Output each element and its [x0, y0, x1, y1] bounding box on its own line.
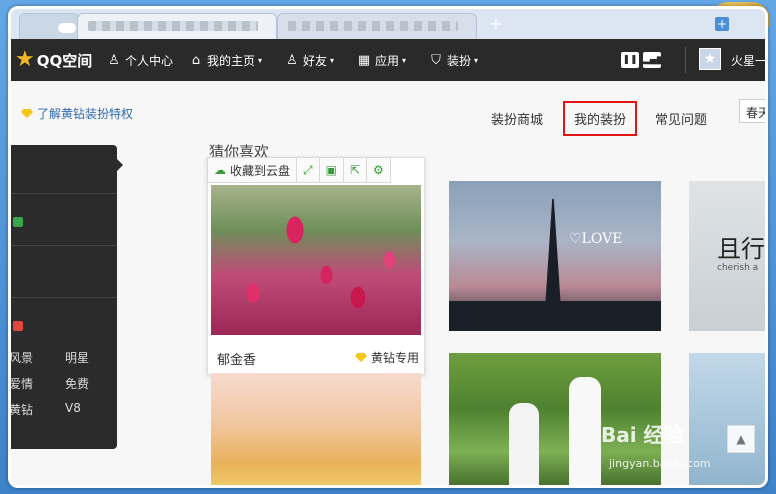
user-avatar[interactable]: ★ — [699, 48, 721, 70]
category-v8[interactable]: V8 — [65, 401, 81, 415]
pause-icon[interactable]: ❚❚ — [621, 52, 639, 68]
yellow-diamond-icon — [21, 109, 33, 118]
cloud-icon: ☁ — [214, 163, 226, 177]
tab-faq[interactable]: 常见问题 — [655, 109, 707, 128]
browser-tab[interactable] — [19, 13, 79, 39]
theme-thumbnail-girl[interactable] — [211, 373, 421, 485]
nav-divider — [685, 47, 686, 73]
save-button[interactable]: ▣ — [320, 158, 344, 182]
vip-only-badge: 黄钻专用 — [355, 349, 419, 366]
browser-tabstrip: + + — [11, 9, 765, 39]
signal-bars-icon[interactable]: ▂▄▆ — [643, 52, 664, 68]
season-select[interactable]: 春天 — [739, 99, 765, 123]
card-toolbar: ☁ 收藏到云盘 ⤢ ▣ ⇱ ⚙ — [207, 157, 391, 183]
shirt-icon: ⛉ — [431, 53, 441, 68]
vip-only-label: 黄钻专用 — [371, 351, 420, 365]
star-logo-icon: ★ — [15, 47, 35, 72]
theme-thumbnail-quote[interactable]: 且行， cherish a — [689, 181, 765, 331]
save-to-cloud-label: 收藏到云盘 — [230, 163, 291, 178]
category-love[interactable]: 爱情 — [11, 375, 33, 392]
tab-my-decoration[interactable]: 我的装扮 — [563, 101, 638, 136]
green-tag-icon — [13, 217, 23, 227]
chevron-down-icon: ▾ — [258, 56, 263, 65]
chevron-down-icon: ▾ — [330, 56, 335, 65]
qzone-logo[interactable]: ★ QQ空间 — [15, 49, 92, 71]
baidu-watermark-url: jingyan.baidu.com — [609, 457, 711, 470]
category-free[interactable]: 免费 — [65, 375, 89, 392]
gear-icon: ⚙ — [373, 163, 384, 177]
nav-apps[interactable]: ▦ 应用 ▾ — [357, 52, 406, 69]
tab-store[interactable]: 装扮商城 — [491, 109, 543, 128]
save-to-cloud-button[interactable]: ☁ 收藏到云盘 — [208, 158, 298, 182]
browser-window: + + ★ QQ空间 ♙ 个人中心 ⌂ 我的主页 ▾ ♙ 好友 ▾ ▦ 应用 ▾… — [8, 6, 768, 488]
nav-personal-center[interactable]: ♙ 个人中心 — [107, 52, 173, 69]
new-tab-button[interactable]: + — [487, 15, 505, 33]
vip-link-label: 了解黄钻装扮特权 — [37, 107, 134, 121]
nav-label: 好友 — [303, 54, 328, 68]
browser-tab-active[interactable] — [77, 13, 277, 39]
nav-my-homepage[interactable]: ⌂ 我的主页 ▾ — [189, 52, 262, 69]
category-star[interactable]: 明星 — [65, 349, 89, 366]
tab-title-blurred — [288, 21, 458, 31]
friends-icon: ♙ — [286, 53, 298, 68]
person-shape — [509, 403, 539, 485]
ground-shape — [449, 301, 661, 331]
nav-decorate[interactable]: ⛉ 装扮 ▾ — [429, 52, 478, 69]
apps-icon: ▦ — [357, 53, 371, 68]
yellow-diamond-icon — [355, 353, 367, 362]
chevron-down-icon: ▾ — [474, 56, 479, 65]
tab-title-blurred — [88, 21, 258, 31]
fullscreen-button[interactable]: ⤢ — [297, 158, 320, 182]
person-shape — [569, 377, 601, 485]
vip-privilege-link[interactable]: 了解黄钻装扮特权 — [21, 105, 133, 122]
quote-text-large: 且行， — [717, 235, 765, 263]
nav-friends[interactable]: ♙ 好友 ▾ — [285, 52, 334, 69]
category-panel: 风景 明星 爱情 免费 黄钻 V8 — [11, 145, 123, 449]
cloud-icon — [58, 23, 76, 33]
expand-icon: ⤢ — [303, 162, 313, 177]
nav-label: 个人中心 — [125, 54, 174, 68]
floppy-disk-icon: ▣ — [325, 163, 337, 177]
eiffel-tower-shape — [545, 199, 561, 309]
qzone-top-nav: ★ QQ空间 ♙ 个人中心 ⌂ 我的主页 ▾ ♙ 好友 ▾ ▦ 应用 ▾ ⛉ 装… — [11, 39, 765, 81]
panel-divider — [11, 297, 117, 298]
panel-divider — [11, 245, 117, 246]
panel-divider — [11, 193, 117, 194]
chevron-down-icon: ▾ — [402, 56, 407, 65]
browser-tab[interactable] — [277, 13, 477, 39]
theme-card-title: 郁金香 — [217, 353, 257, 368]
qzone-logo-text: QQ空间 — [36, 51, 93, 70]
nav-label: 我的主页 — [207, 54, 256, 68]
decoration-content: 了解黄钻装扮特权 装扮商城 我的装扮 常见问题 春天 风景 明星 爱情 免费 黄… — [11, 81, 765, 485]
add-icon[interactable]: + — [715, 17, 729, 31]
theme-thumbnail-eiffel[interactable]: ♡LOVE — [449, 181, 661, 331]
nav-label: 应用 — [375, 54, 400, 68]
back-to-top-button[interactable]: ▲ — [727, 425, 755, 453]
baidu-watermark: Bai 经验 — [601, 423, 684, 447]
panel-pointer — [117, 159, 123, 171]
person-icon: ♙ — [108, 53, 120, 68]
nav-label: 装扮 — [447, 54, 472, 68]
decoration-tabs: 装扮商城 我的装扮 常见问题 — [491, 101, 733, 136]
share-button[interactable]: ⇱ — [344, 158, 368, 182]
settings-button[interactable]: ⚙ — [367, 158, 390, 182]
love-text: ♡LOVE — [569, 231, 623, 247]
hot-tag-icon — [13, 321, 23, 331]
category-yellow-diamond[interactable]: 黄钻 — [11, 401, 33, 418]
username[interactable]: 火星一 — [731, 52, 765, 69]
quote-text-small: cherish a — [717, 263, 759, 273]
share-icon: ⇱ — [349, 163, 361, 177]
category-scenery[interactable]: 风景 — [11, 349, 33, 366]
home-icon: ⌂ — [191, 53, 201, 68]
theme-thumbnail-tulips[interactable] — [211, 185, 421, 335]
